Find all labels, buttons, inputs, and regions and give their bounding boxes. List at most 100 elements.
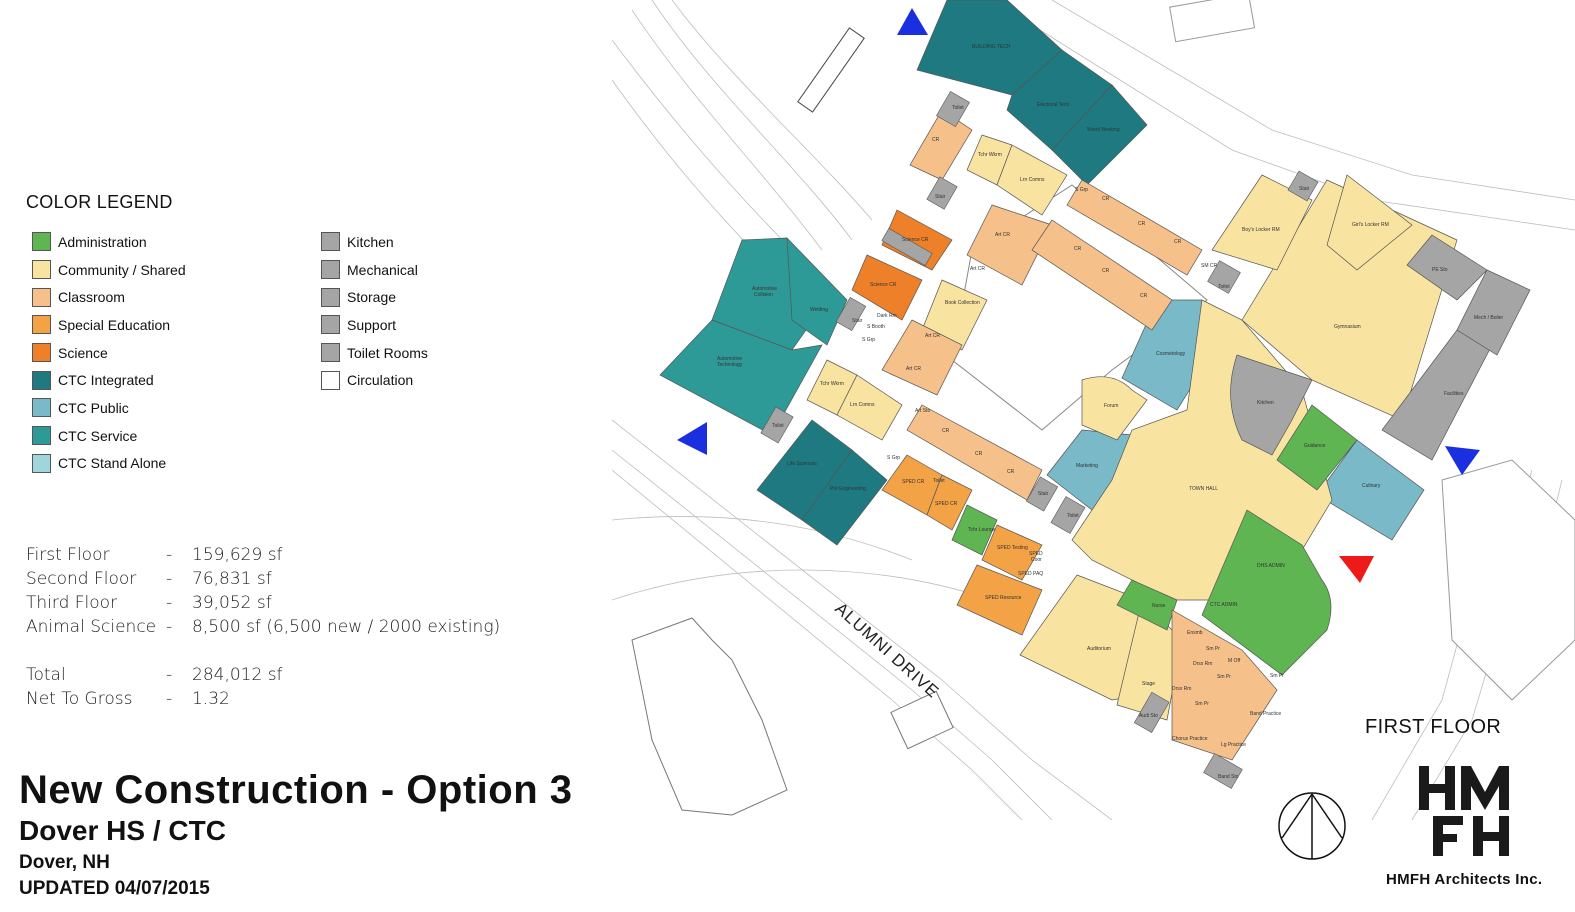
legend-label: Kitchen [347,233,394,250]
project-name: Dover HS / CTC [19,815,226,846]
room-label: CR [1102,196,1110,202]
stat-label: Animal Science [26,617,157,637]
legend-swatch [321,260,340,280]
site-structure [1169,0,1256,43]
legend-label: Support [347,316,397,333]
legend-item: Toilet Rooms [321,339,428,367]
room-label: CR [1174,239,1182,245]
project-location: Dover, NH [19,852,110,873]
room-label: S Grp [862,337,875,343]
stat-value: 1.32 [192,689,230,709]
room-label: Book Collection [945,300,980,306]
legend-label: Science [58,344,108,361]
legend-swatch [32,343,51,363]
room-label: Guidance [1304,443,1326,449]
legend-column-right: Kitchen Mechanical Storage Support Toilet Ro… [321,228,428,394]
room-label: Facilities [1444,391,1464,397]
stat-row: Animal Science -8,500 sf (6,500 new / 200… [26,615,500,639]
room-label: Cosmetology [1156,351,1186,357]
room-label: Stair [1038,491,1049,497]
room-label: Art CR [925,333,940,339]
room-label: Life Sciences [787,461,817,467]
room-label: Toilet [933,478,945,484]
room-label: Sm Pr [1217,674,1231,680]
room-label: CR [1102,268,1110,274]
room-label: Nurse [1152,603,1166,609]
legend-title: COLOR LEGEND [26,192,173,212]
room-label: CR [975,451,983,457]
room-label: Tchr Wkrm [820,381,844,387]
legend-swatch [321,343,340,363]
room-label: SPED CR [902,479,925,485]
building [659,0,1531,789]
room-label: Auditorium [1087,646,1111,652]
room-label: Collision [754,292,773,298]
entry-arrow-blue [677,422,707,455]
room-label: Gymnasium [1334,324,1361,330]
site-structure [797,27,865,113]
room-label: S Grp [887,455,900,461]
legend-label: Community / Shared [58,261,186,278]
room-label: Lg Practice [1221,742,1246,748]
room-label: Marketing [1076,463,1098,469]
legend-item: CTC Public [32,394,186,422]
legend-label: Special Education [58,316,171,333]
room-label: Art CR [906,366,921,372]
room-label: SPED PAQ [1018,571,1043,577]
room-label: S Grp [1075,187,1088,193]
stat-value: 159,629 sf [192,545,283,565]
room-label: Science CR [902,237,929,243]
room-label: Stage [1142,681,1155,687]
legend-column-left: Administration Community / Shared Classroo… [32,228,186,477]
room-label: Ensmb [1187,630,1203,636]
room-label: Lrn Comns [850,402,875,408]
stat-row: Second Floor -76,831 sf [26,567,500,591]
room-label: Audi Sto [1139,713,1158,719]
stat-dash: - [166,593,173,613]
room-label: Mech / Boiler [1474,315,1504,321]
room-label: CR [1007,469,1015,475]
legend-label: Circulation [347,372,414,389]
room-band-sto [1203,753,1243,789]
room-label: Chorus Practice [1172,736,1208,742]
area-summary: First Floor -159,629 sf Second Floor -76,8… [26,543,500,711]
legend-item: Circulation [321,366,428,394]
room-label: TOWN HALL [1189,486,1218,492]
room-label: CR [942,428,950,434]
room-label: Drss Rm [1193,661,1212,667]
room-label: Wood Working [1087,127,1120,133]
room-label: Tchr Lounge [968,527,996,533]
legend-item: Kitchen [321,228,428,256]
firm-name: HMFH Architects Inc. [1386,871,1543,888]
room-label: Stair [852,318,863,324]
legend-item: Mechanical [321,256,428,284]
site-structure [890,690,954,750]
room-label: Sm Pr [1270,673,1284,679]
legend-label: Mechanical [347,261,418,278]
stat-dash: - [166,617,173,637]
room-label: Boy's Locker RM [1242,227,1280,233]
room-label: Art CR [970,266,985,272]
legend-swatch [321,287,340,307]
drawing-title: New Construction - Option 3 [19,768,573,812]
stat-label: Net To Gross [26,689,133,709]
legend-item: Support [321,311,428,339]
room-label: Kitchen [1257,400,1274,406]
legend-item: CTC Service [32,422,186,450]
room-label: Drss Rm [1172,686,1191,692]
legend-swatch [32,398,51,418]
room-label: Stair [1299,186,1310,192]
road-label: ALUMNI DRIVE [831,599,942,702]
hmfh-logo-icon [1419,766,1509,856]
stat-value: 39,052 sf [192,593,272,613]
room-label: Art CR [995,232,1010,238]
room-cr [909,109,973,181]
legend-label: Classroom [58,289,125,306]
stat-dash: - [166,569,173,589]
room-label: CR [1140,293,1148,299]
room-stair [926,176,958,210]
room-label: Science CR [870,282,897,288]
room-label: SM CR [1201,263,1218,269]
stat-dash: - [166,665,173,685]
legend-swatch [32,370,51,390]
